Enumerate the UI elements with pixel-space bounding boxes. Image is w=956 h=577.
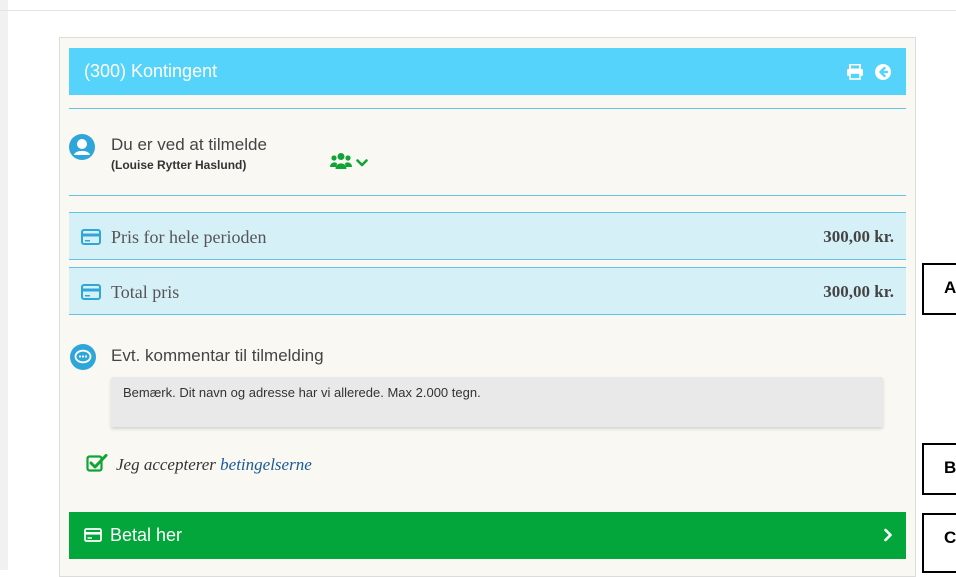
section-divider <box>69 108 906 109</box>
person-selector-toggle[interactable] <box>330 152 368 175</box>
comment-label: Evt. kommentar til tilmelding <box>111 346 324 365</box>
pay-button-label: Betal her <box>110 525 183 545</box>
price-value: 300,00 kr. <box>823 227 894 246</box>
comment-input[interactable] <box>111 377 883 427</box>
section-divider <box>69 195 906 196</box>
credit-card-icon <box>81 229 101 250</box>
annotation-marker-a: A <box>922 263 956 315</box>
chevron-down-icon <box>356 155 368 173</box>
user-circle-icon <box>69 134 95 160</box>
accept-terms-text: Jeg accepterer betingelserne <box>116 455 312 475</box>
enrollment-label: Du er ved at tilmelde <box>111 135 267 154</box>
chevron-right-icon <box>883 528 893 547</box>
credit-card-icon <box>81 284 101 305</box>
total-value: 300,00 kr. <box>823 282 894 301</box>
comment-icon <box>70 344 96 370</box>
circle-arrow-left-icon[interactable] <box>874 63 892 81</box>
accept-terms-checkbox[interactable] <box>86 453 108 478</box>
users-icon <box>330 152 352 175</box>
page-top-divider <box>0 10 956 11</box>
price-row-total: Total pris 300,00 kr. <box>69 267 906 315</box>
panel-header: (300) Kontingent <box>69 48 906 95</box>
enrollment-person-name: (Louise Rytter Haslund) <box>111 158 247 172</box>
terms-link[interactable]: betingelserne <box>220 455 312 474</box>
page-left-edge <box>0 0 8 570</box>
header-actions <box>846 63 892 81</box>
page-title: (300) Kontingent <box>84 61 218 81</box>
annotation-marker-c: C <box>922 513 956 573</box>
total-label: Total pris <box>111 282 180 302</box>
price-row-period: Pris for hele perioden 300,00 kr. <box>69 212 906 260</box>
pay-button[interactable]: Betal her <box>69 512 906 559</box>
accept-terms-prefix: Jeg accepterer <box>116 455 216 474</box>
price-label: Pris for hele perioden <box>111 227 267 247</box>
annotation-marker-b: B <box>922 443 956 495</box>
credit-card-icon <box>84 528 102 547</box>
print-icon[interactable] <box>846 63 864 81</box>
